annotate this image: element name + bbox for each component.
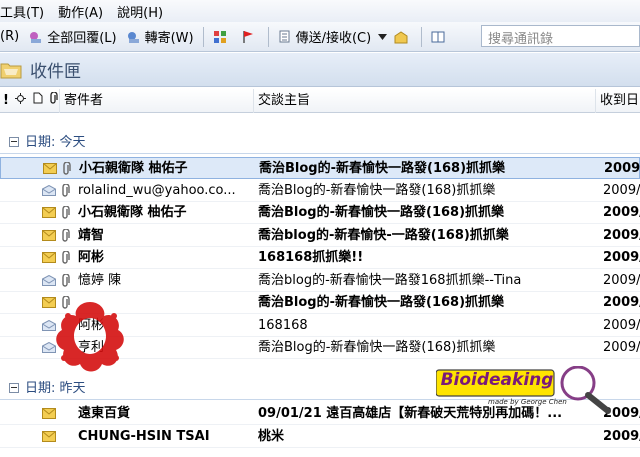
message-sender: 靖智 [78, 227, 105, 243]
address-book-icon [431, 31, 445, 42]
message-row[interactable]: 憶婷 陳 喬治blog的-新春愉快一路發168抓抓樂--Tina 2009/ [0, 270, 640, 292]
attachment-icon [62, 183, 70, 197]
group-header-today[interactable]: 日期: 今天 [0, 131, 640, 155]
message-date: 2009/ [603, 182, 640, 198]
message-sender: 小石親衛隊 柚佑子 [79, 161, 188, 176]
message-sender: 憶婷 陳 [78, 272, 122, 288]
message-row[interactable]: 靖智 喬治blog的-新春愉快-一路發(168)抓抓樂 2009/ [0, 225, 640, 247]
message-date: 2009/ [603, 340, 640, 355]
message-row[interactable]: CHUNG-HSIN TSAI 桃米 2009/ [0, 426, 640, 448]
message-date: 2009/ [604, 161, 640, 176]
message-subject: 喬治blog的-新春愉快-一路發(168)抓抓樂 [258, 227, 509, 243]
folder-header: 收件匣 [0, 53, 640, 87]
watermark-brand: Bioideaking [440, 370, 554, 390]
message-sender: 遠東百貨 [78, 406, 131, 421]
message-row[interactable]: 小石親衛隊 柚佑子 喬治Blog的-新春愉快一路發(168)抓抓樂 2009/ [0, 202, 640, 224]
message-row[interactable]: rolalind_wu@yahoo.co... 喬治Blog的-新春愉快一路發(1… [0, 180, 640, 202]
reply-button-partial[interactable]: (R) [0, 25, 24, 49]
menu-tools[interactable]: 工具(T) [0, 2, 51, 21]
envelope-open-icon [42, 184, 56, 196]
watermark-byline: made by George Chen [488, 398, 567, 406]
column-subject[interactable]: 交談主旨 [254, 89, 596, 113]
column-icons[interactable]: ! [0, 89, 60, 113]
column-sender[interactable]: 寄件者 [60, 89, 254, 113]
menu-bar: 工具(T) 動作(A) 說明(H) [0, 0, 640, 22]
message-date: 2009/ [603, 295, 640, 310]
envelope-icon [43, 163, 57, 174]
forward-icon [127, 31, 139, 43]
toolbar-divider [202, 26, 204, 47]
message-subject: 喬治Blog的-新春愉快一路發(168)抓抓樂 [258, 205, 505, 220]
menu-actions[interactable]: 動作(A) [51, 2, 110, 21]
attachment-icon [62, 206, 70, 219]
reply-all-button[interactable]: 全部回覆(L) [24, 25, 121, 49]
categorize-button[interactable] [208, 25, 236, 49]
message-subject: 168168抓抓樂!! [258, 250, 364, 265]
search-contacts-input[interactable]: 搜尋通訊錄 [481, 25, 640, 47]
reminder-icon [15, 93, 27, 104]
message-date: 2009/ [603, 205, 640, 220]
group-divider [0, 153, 640, 154]
categories-icon [213, 30, 226, 43]
attachment-icon [62, 228, 70, 242]
envelope-icon [42, 252, 56, 263]
importance-column-label: ! [3, 93, 9, 108]
message-subject: 喬治Blog的-新春愉快一路發(168)抓抓樂 [258, 295, 505, 310]
group-label: 日期: 今天 [25, 135, 86, 150]
message-sender: 阿彬 [78, 250, 105, 265]
message-row[interactable]: 小石親衛隊 柚佑子 喬治Blog的-新春愉快一路發(168)抓抓樂 2009/ [0, 157, 640, 179]
reply-all-label: 全部回覆(L) [47, 31, 117, 46]
folder-icon [0, 63, 22, 78]
message-subject: 168168 [258, 317, 308, 333]
toolbar: (R) 全部回覆(L) 轉寄(W) 傳送/接收(C) 搜尋通訊錄 [0, 22, 640, 52]
message-date: 2009/ [603, 250, 640, 265]
envelope-icon [42, 207, 56, 218]
message-sender: CHUNG-HSIN TSAI [78, 428, 210, 444]
envelope-icon [42, 229, 56, 241]
message-date: 2009/ [603, 317, 640, 333]
send-receive-dropdown[interactable] [376, 25, 389, 49]
send-receive-icon [279, 30, 290, 42]
message-subject: 喬治Blog的-新春愉快一路發(168)抓抓樂 [258, 182, 496, 198]
open-envelope-button[interactable] [389, 25, 417, 49]
envelope-icon [42, 408, 56, 419]
message-date: 2009/ [603, 272, 640, 288]
message-sender: 小石親衛隊 柚佑子 [78, 205, 187, 220]
attachment-icon [62, 273, 70, 287]
message-subject: 喬治Blog的-新春愉快一路發(168)抓抓樂 [259, 161, 506, 176]
collapse-icon[interactable] [9, 137, 19, 147]
column-received[interactable]: 收到日 [596, 89, 640, 113]
message-subject: 喬治Blog的-新春愉快一路發(168)抓抓樂 [258, 340, 496, 355]
red-stamp-logo [56, 302, 124, 372]
flag-button[interactable] [236, 25, 264, 49]
message-date: 2009/ [603, 428, 640, 444]
document-icon [33, 92, 43, 104]
paperclip-icon [50, 91, 59, 104]
toolbar-divider [267, 26, 269, 47]
message-subject: 喬治blog的-新春愉快一路發168抓抓樂--Tina [258, 272, 522, 288]
message-sender: rolalind_wu@yahoo.co... [78, 182, 236, 198]
chevron-down-icon [378, 33, 388, 40]
envelope-open-icon [42, 274, 56, 286]
attachment-icon [63, 162, 71, 175]
collapse-icon[interactable] [9, 383, 19, 393]
open-envelope-icon [394, 30, 408, 43]
send-receive-button[interactable]: 傳送/接收(C) [273, 25, 377, 49]
flag-icon [242, 30, 253, 43]
message-row[interactable]: 阿彬 168168抓抓樂!! 2009/ [0, 247, 640, 269]
folder-title: 收件匣 [30, 62, 81, 82]
forward-label: 轉寄(W) [144, 31, 194, 46]
toolbar-divider [421, 26, 423, 47]
address-book-button[interactable] [426, 25, 454, 49]
column-header-row: ! 寄件者 交談主旨 收到日 [0, 89, 640, 113]
send-receive-label: 傳送/接收(C) [295, 31, 372, 46]
message-date: 2009/ [603, 227, 640, 243]
attachment-icon [62, 251, 70, 264]
menu-help[interactable]: 說明(H) [110, 2, 170, 21]
forward-button[interactable]: 轉寄(W) [122, 25, 199, 49]
message-subject: 桃米 [258, 428, 285, 444]
reply-all-icon [30, 31, 42, 43]
envelope-icon [42, 430, 56, 442]
group-label: 日期: 昨天 [25, 381, 86, 396]
